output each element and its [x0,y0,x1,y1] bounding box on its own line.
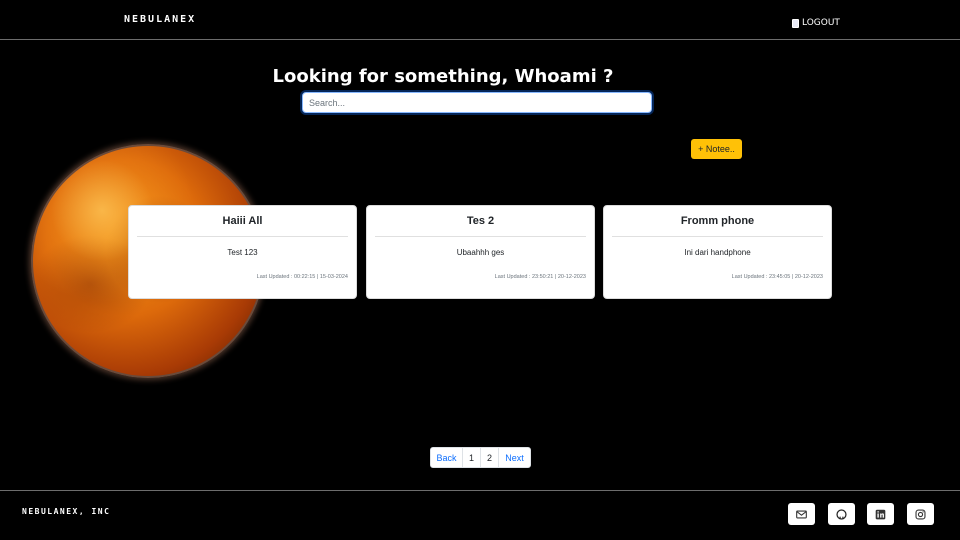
note-last-updated: Last Updated : 23:50:21 | 20-12-2023 [494,274,586,280]
note-body: Ini dari handphone [684,248,751,257]
note-body: Test 123 [227,248,258,257]
footer-divider [0,490,960,491]
note-card[interactable]: Fromm phone Ini dari handphone Last Upda… [603,205,832,299]
search-input[interactable] [302,92,652,113]
pagination-page-2[interactable]: 2 [481,448,499,467]
add-note-button[interactable]: + Notee.. [691,139,742,159]
linkedin-icon [875,509,886,519]
door-icon [792,18,799,28]
note-title: Fromm phone [680,215,755,227]
pagination: Back 1 2 Next [430,447,531,468]
email-link[interactable] [788,503,815,525]
github-icon [836,508,847,520]
navbar: NEBULANEX LOGOUT [0,0,960,40]
footer-brand: NEBULANEX, INC [22,507,111,516]
instagram-icon [915,508,926,520]
card-divider [375,236,586,237]
note-card[interactable]: Tes 2 Ubaahhh ges Last Updated : 23:50:2… [366,205,595,299]
note-last-updated: Last Updated : 00:22:15 | 15-03-2024 [256,274,348,280]
note-body: Ubaahhh ges [456,248,505,257]
page-title: Looking for something, Whoami ? [272,66,614,87]
pagination-back[interactable]: Back [431,448,463,467]
logout-button[interactable]: LOGOUT [792,18,840,28]
brand-logo[interactable]: NEBULANEX [124,14,196,25]
linkedin-link[interactable] [867,503,894,525]
card-divider [137,236,348,237]
email-icon [796,510,807,518]
note-card[interactable]: Haiii All Test 123 Last Updated : 00:22:… [128,205,357,299]
pagination-page-1[interactable]: 1 [463,448,481,467]
note-last-updated: Last Updated : 23:45:05 | 20-12-2023 [731,274,823,280]
instagram-link[interactable] [907,503,934,525]
logout-label: LOGOUT [802,18,840,28]
pagination-next[interactable]: Next [499,448,530,467]
card-divider [612,236,823,237]
github-link[interactable] [828,503,855,525]
note-title: Tes 2 [466,215,495,227]
note-title: Haiii All [222,215,263,227]
